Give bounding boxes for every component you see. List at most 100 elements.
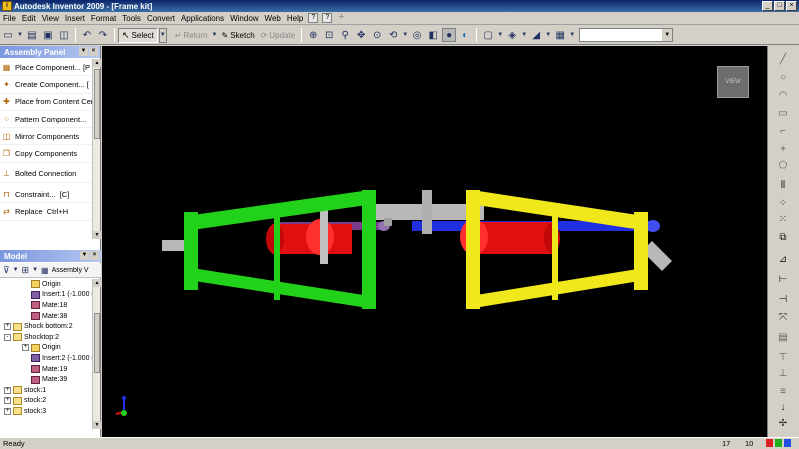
tree-expander-icon[interactable]: +: [4, 323, 11, 331]
panel-menu-icon[interactable]: ▼: [79, 47, 88, 56]
close-button[interactable]: ×: [786, 1, 797, 11]
tree-node[interactable]: Origin: [0, 279, 92, 290]
polygon-icon[interactable]: ⬠: [774, 158, 792, 172]
design-view-combo[interactable]: ▼: [579, 28, 674, 42]
mirror-icon[interactable]: ⫴: [774, 178, 792, 192]
tree-node[interactable]: Mate:19: [0, 364, 92, 375]
point-icon[interactable]: +: [774, 142, 792, 156]
panel-close-icon[interactable]: ×: [89, 47, 98, 56]
zoom-selected-icon[interactable]: ⊙: [370, 28, 384, 42]
scroll-down-icon[interactable]: ▼: [93, 421, 101, 429]
extend-icon[interactable]: ⊢: [774, 272, 792, 286]
assembly-panel-scrollbar[interactable]: ▲ ▼: [92, 59, 101, 239]
menu-view[interactable]: View: [39, 14, 62, 23]
tree-node[interactable]: + stock:2: [0, 396, 92, 407]
whats-this-help-icon[interactable]: ?: [322, 13, 333, 23]
dropdown-arrow-icon[interactable]: ▼: [17, 28, 23, 42]
menu-window[interactable]: Window: [227, 14, 261, 23]
tree-node[interactable]: + stock:3: [0, 406, 92, 417]
tree-expander-icon[interactable]: -: [4, 333, 11, 341]
create-component-command[interactable]: ✦ Create Component... [: [0, 76, 93, 94]
tree-node[interactable]: + Origin: [0, 343, 92, 354]
menu-help[interactable]: Help: [284, 14, 306, 23]
scroll-thumb[interactable]: [94, 313, 100, 373]
menu-convert[interactable]: Convert: [144, 14, 178, 23]
menu-format[interactable]: Format: [88, 14, 119, 23]
assembly-view-icon[interactable]: ▦: [41, 266, 49, 275]
undo-icon[interactable]: ↶: [80, 28, 94, 42]
menu-tools[interactable]: Tools: [119, 14, 144, 23]
scroll-up-icon[interactable]: ▲: [93, 279, 101, 287]
menu-insert[interactable]: Insert: [62, 14, 88, 23]
look-at-icon[interactable]: ◎: [410, 28, 424, 42]
scroll-down-icon[interactable]: ▼: [93, 231, 101, 239]
zoom-window-icon[interactable]: ⊡: [322, 28, 336, 42]
move-icon[interactable]: ⤧: [774, 310, 792, 324]
graphics-viewport[interactable]: VIEW: [102, 46, 767, 437]
model-tree-scrollbar[interactable]: ▲ ▼: [92, 279, 101, 429]
sketch-dropdown-icon[interactable]: ▼: [212, 28, 218, 42]
assembly-panel-header[interactable]: Assembly Panel ▼ ×: [0, 46, 100, 58]
menu-applications[interactable]: Applications: [178, 14, 227, 23]
previous-view-icon[interactable]: ◧: [426, 28, 440, 42]
tree-expander-icon[interactable]: +: [4, 407, 11, 415]
save-icon[interactable]: ▣: [41, 28, 55, 42]
copy-components-command[interactable]: ❐ Copy Components: [0, 145, 93, 163]
tree-node[interactable]: Insert:2 (-1.000 in: [0, 353, 92, 364]
tree-expander-icon[interactable]: +: [4, 386, 11, 394]
display-mode-icon[interactable]: ▢: [481, 28, 495, 42]
display-dropdown-icon[interactable]: ▼: [497, 28, 503, 42]
new-file-icon[interactable]: ▭: [1, 28, 15, 42]
replace-command[interactable]: ⇄ Replace Ctrl+H: [0, 203, 93, 221]
pan-icon[interactable]: ✥: [354, 28, 368, 42]
scroll-thumb[interactable]: [94, 69, 100, 139]
tree-node[interactable]: - Shocktop:2: [0, 332, 92, 343]
filter-icon[interactable]: ⊽: [3, 265, 10, 276]
assembly-view-label[interactable]: Assembly V: [52, 267, 89, 274]
viewcube[interactable]: VIEW: [717, 66, 749, 98]
menu-web[interactable]: Web: [262, 14, 284, 23]
tree-expander-icon[interactable]: +: [4, 397, 11, 405]
rotate-dropdown-icon[interactable]: ▼: [402, 28, 408, 42]
show-constraints-icon[interactable]: ⊥: [774, 366, 792, 380]
minimize-button[interactable]: _: [762, 1, 773, 11]
select-button[interactable]: ↖ Select: [118, 27, 158, 43]
general-dimension-icon[interactable]: ⊿: [774, 252, 792, 266]
open-file-icon[interactable]: ▤: [25, 28, 39, 42]
menu-file[interactable]: File: [0, 14, 19, 23]
offset-icon[interactable]: ⧉: [774, 230, 792, 244]
pattern-component-command[interactable]: ⁘ Pattern Component...: [0, 111, 93, 129]
circle-icon[interactable]: ○: [774, 70, 792, 84]
inventor-logo-icon[interactable]: I: [2, 1, 12, 11]
camera-dropdown-icon[interactable]: ▼: [521, 28, 527, 42]
place-from-content-center-command[interactable]: ✚ Place from Content Cen: [0, 94, 93, 111]
help-topics-icon[interactable]: ?: [308, 13, 319, 23]
menu-edit[interactable]: Edit: [19, 14, 39, 23]
insert-image-icon[interactable]: ↓: [774, 400, 792, 414]
arc-icon[interactable]: ◠: [774, 88, 792, 102]
filter-dropdown-icon[interactable]: ▼: [13, 267, 19, 273]
update-button[interactable]: ⟳ Update: [258, 28, 299, 43]
rectangular-pattern-icon[interactable]: ⁘: [774, 196, 792, 210]
browser-menu-icon[interactable]: ▼: [80, 251, 89, 260]
line-icon[interactable]: ╱: [774, 52, 792, 66]
design-view-icon[interactable]: ▦: [553, 28, 567, 42]
frame-kit-model[interactable]: [102, 46, 767, 437]
insert-points-icon[interactable]: ✢: [774, 416, 792, 430]
trim-icon[interactable]: ⊣: [774, 292, 792, 306]
zoom-icon[interactable]: ⚲: [338, 28, 352, 42]
tree-node[interactable]: + Shock bottom:2: [0, 321, 92, 332]
camera-icon[interactable]: ◈: [505, 28, 519, 42]
constraint-command[interactable]: ⊓ Constraint... [C]: [0, 186, 93, 204]
rotate-sketch-icon[interactable]: ▤: [774, 330, 792, 344]
project-icon[interactable]: ◫: [57, 28, 71, 42]
combo-arrow-icon[interactable]: ▼: [662, 29, 673, 41]
return-button[interactable]: ↵ Return: [172, 28, 211, 43]
scroll-up-icon[interactable]: ▲: [93, 59, 101, 67]
model-browser-header[interactable]: Model ▼ ×: [0, 250, 101, 262]
project-geometry-icon[interactable]: ≡: [774, 384, 792, 398]
design-view-dropdown-icon[interactable]: ▼: [569, 28, 575, 42]
rotate-icon[interactable]: ⟲: [386, 28, 400, 42]
rectangle-icon[interactable]: ▭: [774, 106, 792, 120]
zoom-all-icon[interactable]: ⊕: [306, 28, 320, 42]
